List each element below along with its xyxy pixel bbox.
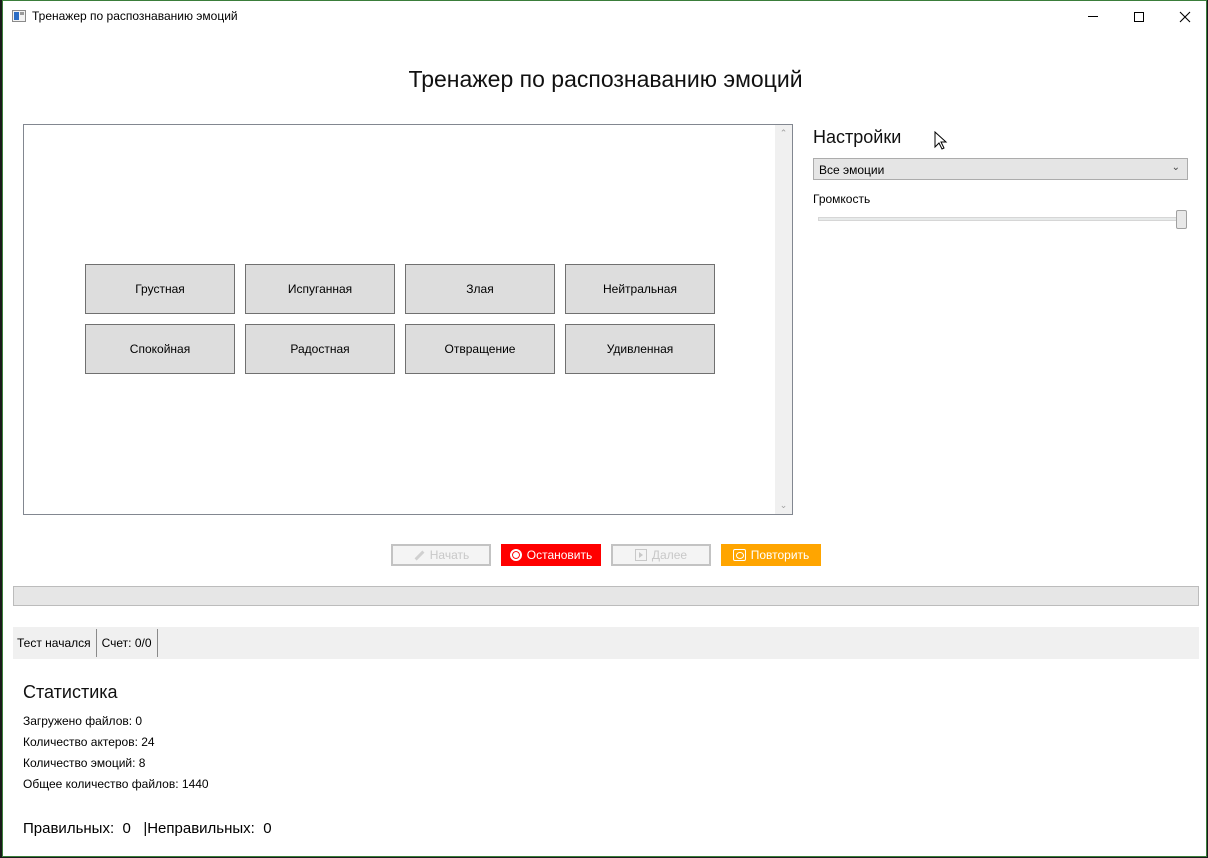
emotion-panel: Грустная Испуганная Злая Нейтральная Спо…	[23, 124, 793, 515]
minimize-button[interactable]	[1070, 1, 1116, 32]
close-button[interactable]	[1162, 1, 1208, 32]
stat-total-files: Общее количество файлов: 1440	[23, 777, 209, 791]
maximize-button[interactable]	[1116, 1, 1162, 32]
status-score: Счет: 0/0	[101, 636, 152, 650]
stop-icon	[509, 549, 522, 561]
progress-bar	[13, 586, 1199, 606]
score-summary: Правильных: 0 |Неправильных: 0	[23, 820, 272, 837]
emotion-button-angry[interactable]: Злая	[405, 264, 555, 314]
minimize-icon	[1088, 16, 1098, 17]
scroll-up-icon[interactable]: ⌃	[775, 125, 792, 142]
close-icon	[1179, 11, 1191, 22]
emotion-button-disgust[interactable]: Отвращение	[405, 324, 555, 374]
next-button-label: Далее	[651, 548, 688, 562]
statistics-title: Статистика	[23, 682, 118, 702]
settings-title: Настройки	[813, 127, 902, 147]
correct-value: 0	[122, 820, 131, 837]
incorrect-value: 0	[263, 820, 272, 837]
emotion-button-neutral[interactable]: Нейтральная	[565, 264, 715, 314]
emotion-button-happy[interactable]: Радостная	[245, 324, 395, 374]
start-button[interactable]: Начать	[391, 544, 491, 566]
page-title: Тренажер по распознаванию эмоций	[408, 66, 803, 92]
maximize-icon	[1134, 11, 1144, 22]
correct-label: Правильных:	[23, 820, 115, 837]
emotion-button-sad[interactable]: Грустная	[85, 264, 235, 314]
status-separator	[156, 629, 158, 657]
status-bar: Тест начался Счет: 0/0	[13, 627, 1199, 659]
repeat-button[interactable]: Повторить	[721, 544, 821, 566]
window-title: Тренажер по распознаванию эмоций	[32, 9, 238, 23]
incorrect-label: |Неправильных:	[143, 820, 255, 837]
status-separator	[95, 629, 97, 657]
emotion-filter-value: Все эмоции	[819, 163, 885, 177]
stat-files-loaded: Загружено файлов: 0	[23, 714, 143, 728]
stat-emotions-count: Количество эмоций: 8	[23, 756, 146, 770]
title-bar[interactable]: Тренажер по распознаванию эмоций	[3, 1, 1206, 32]
emotion-button-calm[interactable]: Спокойная	[85, 324, 235, 374]
emotion-button-fearful[interactable]: Испуганная	[245, 264, 395, 314]
next-button[interactable]: Далее	[611, 544, 711, 566]
app-icon	[12, 10, 26, 22]
emotion-filter-select[interactable]: Все эмоции ⌄	[813, 158, 1188, 180]
start-button-label: Начать	[429, 548, 470, 562]
scroll-down-icon[interactable]: ⌄	[775, 497, 792, 514]
stat-actors-count: Количество актеров: 24	[23, 735, 155, 749]
chevron-down-icon: ⌄	[1171, 162, 1180, 173]
vertical-scrollbar[interactable]: ⌃ ⌄	[775, 125, 792, 514]
volume-slider[interactable]	[818, 217, 1183, 221]
emotion-button-surprised[interactable]: Удивленная	[565, 324, 715, 374]
volume-slider-thumb[interactable]	[1176, 210, 1187, 229]
pen-icon	[413, 549, 425, 561]
volume-label: Громкость	[813, 192, 871, 206]
repeat-button-label: Повторить	[750, 548, 810, 562]
repeat-icon	[732, 549, 746, 561]
status-state: Тест начался	[17, 636, 91, 650]
app-window: Тренажер по распознаванию эмоций Тренаже…	[2, 0, 1207, 857]
mouse-cursor-icon	[934, 131, 948, 150]
stop-button-label: Остановить	[526, 548, 593, 562]
next-icon	[634, 549, 647, 561]
stop-button[interactable]: Остановить	[501, 544, 601, 566]
